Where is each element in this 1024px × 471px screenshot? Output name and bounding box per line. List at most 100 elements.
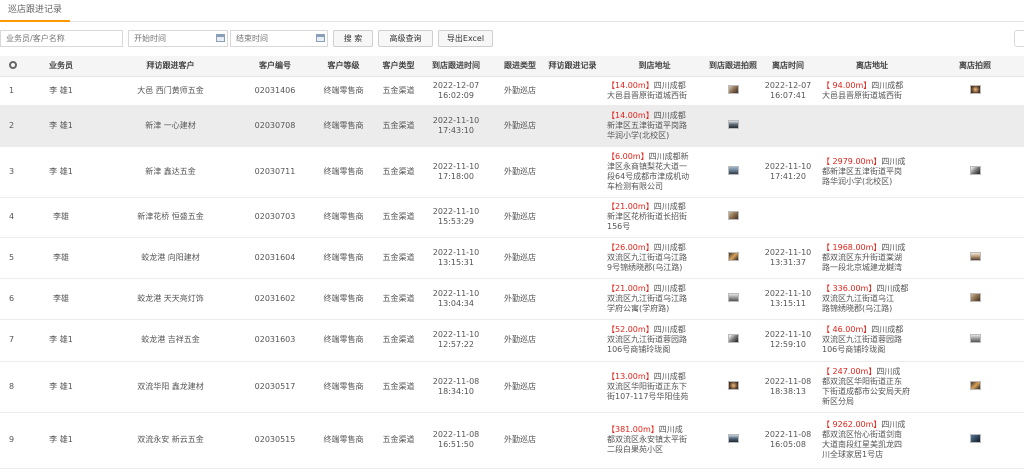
arrive-photo-cell[interactable]	[708, 319, 758, 362]
salesman-cell: 李雄	[25, 278, 97, 320]
photo-thumbnail[interactable]	[969, 334, 981, 343]
customer-code-link[interactable]: 02030708	[244, 105, 306, 147]
search-input[interactable]	[0, 30, 123, 47]
customer-level-cell: 终端零售商	[306, 361, 381, 413]
arrive-photo-cell[interactable]	[708, 412, 758, 469]
photo-thumbnail[interactable]	[969, 251, 981, 261]
leave-photo-cell[interactable]	[926, 237, 1024, 279]
arrive-photo-cell[interactable]	[708, 197, 758, 238]
arrive-address-cell: 【52.00m】四川成都 双流区九江街道蓉园路 106号商铺玲珑阁	[601, 319, 708, 362]
customer-link[interactable]: 双流永安 新云五金	[97, 412, 244, 469]
leave-photo-cell[interactable]	[926, 146, 1024, 198]
start-time-input[interactable]	[128, 30, 228, 47]
photo-thumbnail[interactable]	[969, 165, 981, 175]
customer-code-link[interactable]: 02030703	[244, 197, 306, 238]
search-button[interactable]: 搜 索	[333, 30, 373, 47]
row-number: 3	[0, 146, 25, 198]
leave-address-cell: 【 9262.00m】四川成 都双流区怡心街道剑南 大道南段红星美凯龙四 川全球家居1…	[818, 412, 926, 469]
customer-link[interactable]: 蛟龙港 吉祥五金	[97, 319, 244, 362]
photo-thumbnail[interactable]	[727, 211, 739, 220]
customer-code-link[interactable]: 02030711	[244, 146, 306, 198]
visit-record-cell	[544, 197, 601, 238]
salesman-cell: 李 雄1	[25, 146, 97, 198]
follow-type-cell: 外勤巡店	[496, 361, 544, 413]
leave-photo-cell[interactable]	[926, 361, 1024, 413]
customer-type-cell: 五金渠道	[381, 105, 416, 147]
table-row[interactable]: 7 李 雄1 蛟龙港 吉祥五金 02031603 终端零售商 五金渠道 2022…	[0, 319, 1024, 362]
photo-thumbnail[interactable]	[727, 292, 739, 302]
table-row[interactable]: 9 李 雄1 双流永安 新云五金 02030515 终端零售商 五金渠道 202…	[0, 412, 1024, 469]
customer-code-link[interactable]: 02030515	[244, 412, 306, 469]
customer-code-link[interactable]: 02030517	[244, 361, 306, 413]
follow-type-cell: 外勤巡店	[496, 278, 544, 320]
toolbar-right-button[interactable]	[1014, 30, 1024, 47]
column-header-type: 客户类型	[381, 56, 416, 77]
photo-thumbnail[interactable]	[727, 251, 739, 261]
export-excel-button[interactable]: 导出Excel	[438, 30, 493, 47]
customer-link[interactable]: 新津 鑫达五金	[97, 146, 244, 198]
arrive-photo-cell[interactable]	[708, 105, 758, 147]
arrive-photo-cell[interactable]	[708, 146, 758, 198]
advanced-query-button[interactable]: 高级查询	[378, 30, 433, 47]
table-row[interactable]: 8 李 雄1 双流华阳 鑫龙建材 02030517 终端零售商 五金渠道 202…	[0, 361, 1024, 413]
customer-level-cell: 终端零售商	[306, 278, 381, 320]
column-header-arrive-address: 到店地址	[601, 56, 708, 77]
leave-address-cell: 【 336.00m】四川成都 双流区九江街道乌江 路锦绣晓郡(乌江路)	[818, 278, 926, 320]
customer-link[interactable]: 蛟龙港 向阳建材	[97, 237, 244, 279]
photo-thumbnail[interactable]	[969, 292, 981, 302]
leave-photo-cell[interactable]	[926, 412, 1024, 469]
photo-thumbnail[interactable]	[727, 434, 739, 443]
visit-records-table: 业务员 拜访跟进客户 客户编号 客户等级 客户类型 到店跟进时间 跟进类型 拜访…	[0, 56, 1024, 469]
customer-code-link[interactable]: 02031604	[244, 237, 306, 279]
customer-code-link[interactable]: 02031406	[244, 76, 306, 106]
tab-visit-records[interactable]: 巡店跟进记录	[0, 0, 71, 22]
table-row[interactable]: 5 李雄 蛟龙港 向阳建材 02031604 终端零售商 五金渠道 2022-1…	[0, 237, 1024, 279]
column-header-follow-type: 跟进类型	[496, 56, 544, 77]
customer-link[interactable]: 新津 一心建材	[97, 105, 244, 147]
customer-link[interactable]: 蛟龙港 天天亮灯饰	[97, 278, 244, 320]
visit-record-cell	[544, 319, 601, 362]
end-time-input[interactable]	[230, 30, 328, 47]
column-header-arrive-photo: 到店跟进拍照	[708, 56, 758, 77]
salesman-cell: 李雄	[25, 197, 97, 238]
photo-thumbnail[interactable]	[727, 84, 739, 94]
customer-code-link[interactable]: 02031602	[244, 278, 306, 320]
visit-record-cell	[544, 278, 601, 320]
column-header-arrive-time: 到店跟进时间	[416, 56, 496, 77]
customer-type-cell: 五金渠道	[381, 278, 416, 320]
customer-type-cell: 五金渠道	[381, 146, 416, 198]
table-row[interactable]: 1 李 雄1 大邑 西门黄师五金 02031406 终端零售商 五金渠道 202…	[0, 76, 1024, 106]
arrive-photo-cell[interactable]	[708, 361, 758, 413]
photo-thumbnail[interactable]	[969, 380, 981, 390]
table-row[interactable]: 6 李雄 蛟龙港 天天亮灯饰 02031602 终端零售商 五金渠道 2022-…	[0, 278, 1024, 320]
arrive-photo-cell[interactable]	[708, 278, 758, 320]
photo-thumbnail[interactable]	[727, 380, 739, 390]
leave-photo-cell[interactable]	[926, 319, 1024, 362]
arrive-time-cell: 2022-11-10 17:43:10	[416, 105, 496, 147]
customer-link[interactable]: 双流华阳 鑫龙建材	[97, 361, 244, 413]
customer-link[interactable]: 大邑 西门黄师五金	[97, 76, 244, 106]
photo-thumbnail[interactable]	[969, 434, 981, 443]
photo-thumbnail[interactable]	[727, 165, 739, 175]
photo-thumbnail[interactable]	[969, 84, 981, 94]
salesman-cell: 李 雄1	[25, 105, 97, 147]
customer-code-link[interactable]: 02031603	[244, 319, 306, 362]
leave-photo-cell[interactable]	[926, 76, 1024, 106]
arrive-address-cell: 【26.00m】四川成都 双流区九江街道乌江路 9号锦绣晓郡(乌江路)	[601, 237, 708, 279]
table-row[interactable]: 4 李雄 新津花桥 恒盛五金 02030703 终端零售商 五金渠道 2022-…	[0, 197, 1024, 238]
calendar-icon[interactable]	[316, 34, 325, 42]
photo-thumbnail[interactable]	[727, 119, 739, 129]
customer-link[interactable]: 新津花桥 恒盛五金	[97, 197, 244, 238]
leave-time-cell: 2022-11-10 13:15:11	[758, 278, 818, 320]
customer-type-cell: 五金渠道	[381, 361, 416, 413]
photo-thumbnail[interactable]	[727, 334, 739, 343]
settings-column-header[interactable]	[0, 56, 25, 77]
gear-icon[interactable]	[8, 60, 17, 69]
arrive-photo-cell[interactable]	[708, 237, 758, 279]
leave-photo-cell[interactable]	[926, 278, 1024, 320]
calendar-icon[interactable]	[216, 34, 225, 42]
leave-time-cell: 2022-11-08 16:05:08	[758, 412, 818, 469]
arrive-photo-cell[interactable]	[708, 76, 758, 106]
table-row[interactable]: 2 李 雄1 新津 一心建材 02030708 终端零售商 五金渠道 2022-…	[0, 105, 1024, 147]
table-row[interactable]: 3 李 雄1 新津 鑫达五金 02030711 终端零售商 五金渠道 2022-…	[0, 146, 1024, 198]
